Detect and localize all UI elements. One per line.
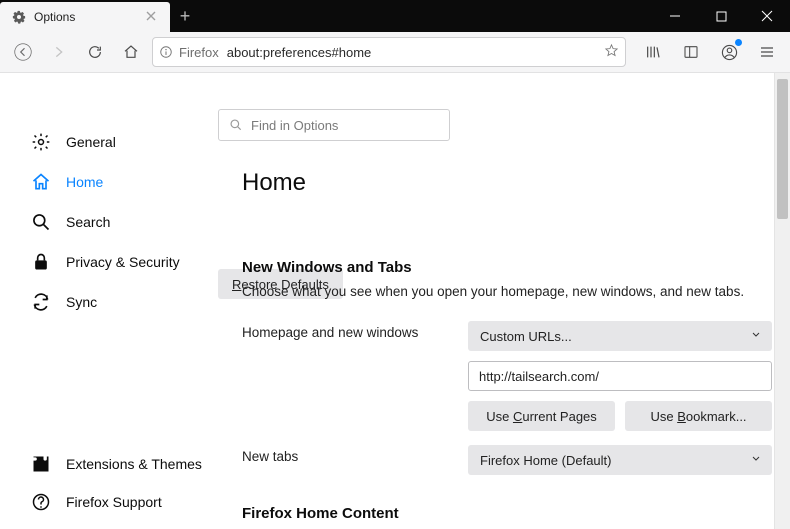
select-value: Firefox Home (Default) <box>480 453 611 468</box>
section-heading-new-windows: New Windows and Tabs <box>242 259 772 276</box>
new-tab-button[interactable]: + <box>170 0 200 32</box>
forward-button[interactable] <box>44 37 74 67</box>
search-icon <box>30 211 52 233</box>
sidebar-item-search[interactable]: Search <box>0 203 218 241</box>
puzzle-icon <box>30 453 52 475</box>
find-placeholder: Find in Options <box>251 118 338 133</box>
section-heading-home-content: Firefox Home Content <box>242 505 772 522</box>
homepage-label: Homepage and new windows <box>242 321 452 431</box>
gear-icon <box>12 10 26 24</box>
newtabs-label: New tabs <box>242 445 452 475</box>
navigation-toolbar: Firefox about:preferences#home <box>0 32 790 73</box>
use-current-pages-button[interactable]: Use Current Pages <box>468 401 615 431</box>
url-bar[interactable]: Firefox about:preferences#home <box>152 37 626 67</box>
search-icon <box>229 118 243 132</box>
sidebar-item-label: Firefox Support <box>66 494 162 510</box>
sidebar-item-sync[interactable]: Sync <box>0 283 218 321</box>
identity-label: Firefox <box>179 45 219 60</box>
home-button[interactable] <box>116 37 146 67</box>
chevron-down-icon <box>750 329 762 344</box>
back-button[interactable] <box>8 37 38 67</box>
notification-dot-icon <box>735 39 742 46</box>
window-minimize-button[interactable] <box>652 0 698 32</box>
library-button[interactable] <box>638 37 668 67</box>
identity-box[interactable]: Firefox <box>159 45 219 60</box>
lock-icon <box>30 251 52 273</box>
sidebar-item-general[interactable]: General <box>0 123 218 161</box>
window-close-button[interactable] <box>744 0 790 32</box>
vertical-scrollbar[interactable] <box>774 73 790 529</box>
sidebar-toggle-button[interactable] <box>676 37 706 67</box>
sidebar-item-privacy[interactable]: Privacy & Security <box>0 243 218 281</box>
window-controls <box>652 0 790 32</box>
preferences-main-panel: pcrisk.com Find in Options Home Restore … <box>218 73 790 529</box>
firefox-info-icon <box>159 45 173 59</box>
sidebar-item-label: Search <box>66 214 110 230</box>
use-bookmark-button[interactable]: Use Bookmark... <box>625 401 772 431</box>
sidebar-item-extensions[interactable]: Extensions & Themes <box>0 445 218 483</box>
preferences-sidebar: General Home Search Privacy & Security S… <box>0 73 218 529</box>
question-icon <box>30 491 52 513</box>
select-value: Custom URLs... <box>480 329 572 344</box>
scrollbar-thumb[interactable] <box>777 79 788 219</box>
page-title: Home <box>242 169 772 197</box>
browser-tab-options[interactable]: Options <box>0 2 170 32</box>
bookmark-star-icon[interactable] <box>604 43 619 61</box>
tab-close-icon[interactable] <box>146 10 156 24</box>
url-text: about:preferences#home <box>227 45 372 60</box>
sidebar-item-label: Privacy & Security <box>66 254 180 270</box>
sidebar-item-label: Sync <box>66 294 97 310</box>
app-menu-button[interactable] <box>752 37 782 67</box>
homepage-select[interactable]: Custom URLs... <box>468 321 772 351</box>
newtabs-select[interactable]: Firefox Home (Default) <box>468 445 772 475</box>
home-icon <box>30 171 52 193</box>
reload-button[interactable] <box>80 37 110 67</box>
sidebar-item-label: General <box>66 134 116 150</box>
account-button[interactable] <box>714 37 744 67</box>
sidebar-item-label: Extensions & Themes <box>66 456 202 472</box>
sync-icon <box>30 291 52 313</box>
tab-title: Options <box>34 10 75 24</box>
window-maximize-button[interactable] <box>698 0 744 32</box>
window-titlebar: Options + <box>0 0 790 32</box>
find-in-options-input[interactable]: Find in Options <box>218 109 450 141</box>
sidebar-item-label: Home <box>66 174 103 190</box>
sidebar-item-home[interactable]: Home <box>0 163 218 201</box>
chevron-down-icon <box>750 453 762 468</box>
sidebar-item-support[interactable]: Firefox Support <box>0 483 218 521</box>
gear-icon <box>30 131 52 153</box>
homepage-url-input[interactable] <box>468 361 772 391</box>
section-description: Choose what you see when you open your h… <box>242 284 772 299</box>
